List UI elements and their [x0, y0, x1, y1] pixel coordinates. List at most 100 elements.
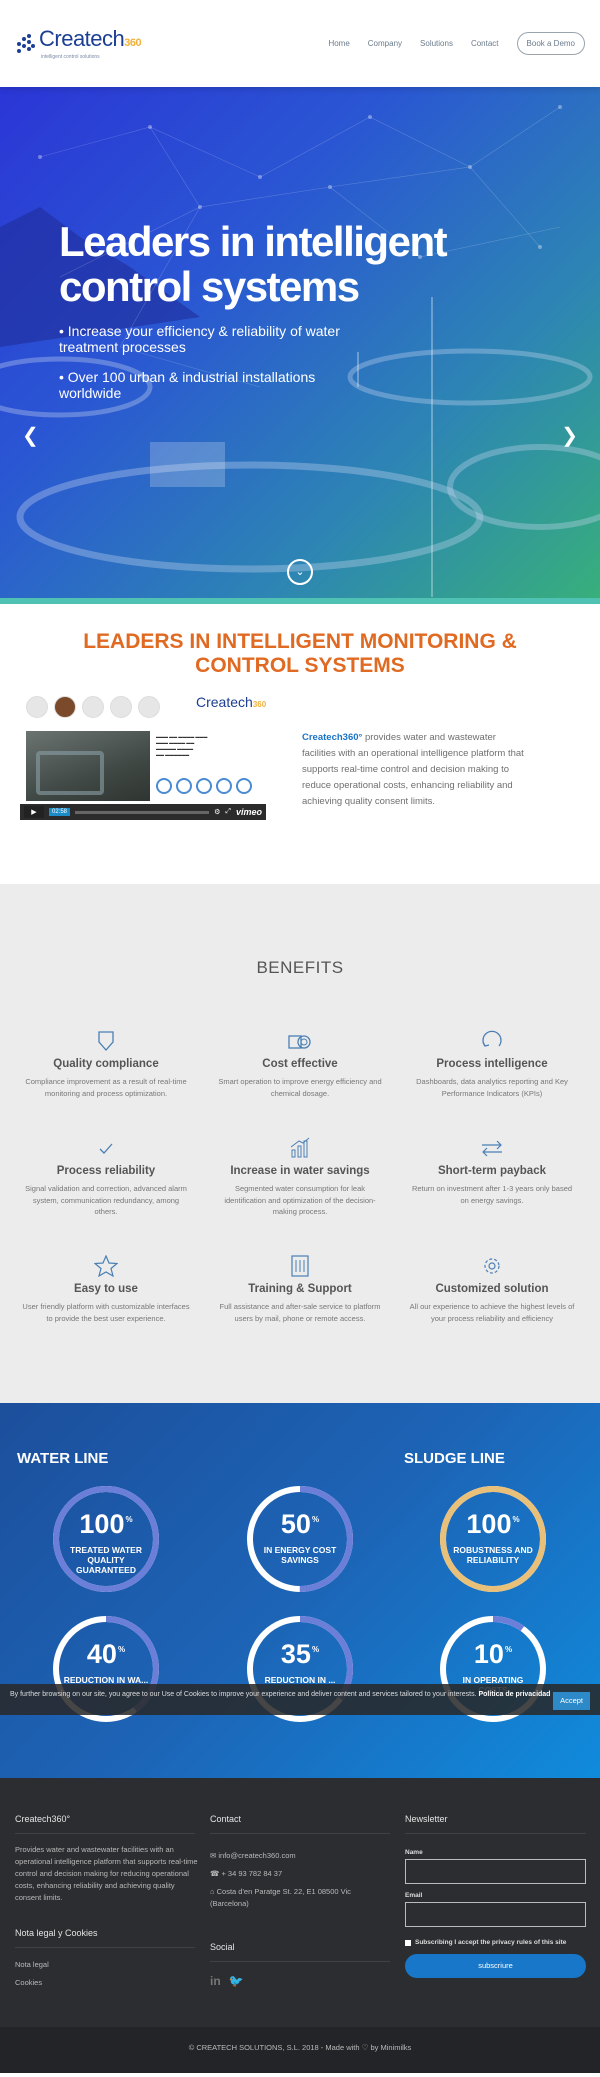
video-thumbnail-circles — [26, 696, 160, 718]
linkedin-icon[interactable]: in — [210, 1974, 221, 1988]
main-nav: Home Company Solutions Contact Book a De… — [328, 32, 585, 55]
twitter-icon[interactable]: 🐦 — [229, 1974, 244, 1988]
benefit-item: Quality compliance Compliance improvemen… — [21, 1030, 191, 1099]
nav-company[interactable]: Company — [368, 39, 402, 48]
privacy-checkbox[interactable]: Subscribing I accept the privacy rules o… — [405, 1939, 566, 1946]
star-icon — [21, 1255, 191, 1277]
stat-value: 50 — [280, 1509, 311, 1539]
benefit-title: Cost effective — [262, 1058, 338, 1070]
privacy-checkbox-label: Subscribing I accept the privacy rules o… — [415, 1939, 567, 1946]
benefit-description: All our experience to achieve the highes… — [409, 1302, 575, 1323]
video-player[interactable]: Createch360 ▬▬▬ ▬▬ ▬▬▬▬ ▬▬▬ ▬▬▬ ▬▬▬▬ ▬▬ ▬▬… — [20, 690, 266, 820]
logo-mark-icon — [15, 33, 35, 54]
leaders-title: LEADERS IN INTELLIGENT MONITORING & CONT… — [83, 630, 517, 677]
benefit-title: Quality compliance — [53, 1058, 159, 1070]
email-label: Email — [405, 1892, 423, 1899]
stat-label: ROBUSTNESS AND RELIABILITY — [453, 1545, 533, 1565]
shield-icon — [21, 1030, 191, 1052]
benefit-title: Increase in water savings — [230, 1165, 370, 1177]
hero-title: Leaders in intelligent control systems — [59, 219, 479, 309]
cookie-accept-button[interactable]: Accept — [553, 1692, 590, 1710]
stat-unit: % — [504, 1645, 513, 1654]
social-links: in 🐦 — [210, 1974, 244, 1988]
video-controls: ▶ 02:58 ⚙ ⤢ vimeo — [20, 804, 266, 820]
footer-social-title: Social — [210, 1942, 235, 1952]
benefit-item: Cost effective Smart operation to improv… — [215, 1030, 385, 1099]
stat-unit: % — [125, 1515, 133, 1524]
leaders-text: provides water and wastewater facilities… — [302, 732, 524, 807]
contact-address-text: Costa d'en Paratge St. 22, E1 08500 Vic … — [210, 1887, 351, 1908]
stat-gauge: 100% TREATED WATER QUALITY GUARANTEED — [50, 1483, 162, 1595]
leaders-section: LEADERS IN INTELLIGENT MONITORING & CONT… — [0, 630, 600, 884]
checkbox-icon[interactable] — [405, 1939, 411, 1946]
book-demo-button[interactable]: Book a Demo — [516, 32, 585, 55]
benefit-title: Process intelligence — [436, 1058, 548, 1070]
slider-next-icon[interactable]: ❯ — [561, 423, 578, 448]
stat-unit: % — [311, 1645, 320, 1654]
benefit-item: Easy to use User friendly platform with … — [21, 1255, 191, 1324]
video-progress-bar[interactable] — [75, 810, 210, 814]
exchange-icon — [407, 1137, 577, 1159]
hero-slider: Leaders in intelligent control systems • … — [0, 87, 600, 604]
benefit-description: Signal validation and correction, advanc… — [25, 1184, 187, 1216]
contact-email[interactable]: ✉ info@createch360.com — [210, 1850, 296, 1862]
nav-contact[interactable]: Contact — [471, 39, 499, 48]
bar-chart-icon — [215, 1137, 385, 1159]
stat-label: TREATED WATER QUALITY GUARANTEED — [70, 1545, 142, 1575]
coins-icon — [215, 1030, 385, 1052]
benefit-title: Customized solution — [435, 1283, 549, 1295]
gear-icon — [407, 1255, 577, 1277]
benefit-title: Short-term payback — [437, 1165, 546, 1177]
privacy-policy-link[interactable]: Política de privacidad — [478, 1691, 550, 1698]
benefit-item: Short-term payback Return on investment … — [407, 1137, 577, 1206]
hero-bullet: • Increase your efficiency & reliability… — [59, 323, 340, 355]
cookie-banner: By further browsing on our site, you agr… — [0, 1684, 600, 1715]
benefit-title: Training & Support — [248, 1283, 352, 1295]
hero-bullets: • Increase your efficiency & reliability… — [59, 323, 369, 415]
slider-prev-icon[interactable]: ❮ — [22, 423, 39, 448]
site-header: Createch360 intelligent control solution… — [0, 0, 600, 87]
settings-icon[interactable]: ⚙ — [214, 808, 220, 816]
cookies-link[interactable]: Cookies — [15, 1977, 42, 1989]
subscribe-button[interactable]: subscriure — [405, 1954, 586, 1978]
stat-gauge: 100% ROBUSTNESS AND RELIABILITY — [437, 1483, 549, 1595]
nav-solutions[interactable]: Solutions — [420, 39, 453, 48]
stat-value: 40 — [86, 1639, 117, 1669]
check-icon — [21, 1137, 191, 1159]
map-icon: ⌂ — [210, 1887, 217, 1896]
video-info-text: ▬▬▬ ▬▬ ▬▬▬▬ ▬▬▬ ▬▬▬ ▬▬▬▬ ▬▬ ▬▬▬▬▬ ▬▬▬▬ ▬▬ ▬… — [156, 734, 208, 757]
benefit-description: Return on investment after 1-3 years onl… — [411, 1184, 573, 1205]
logo[interactable]: Createch360 intelligent control solution… — [15, 25, 142, 60]
benefit-description: Dashboards, data analytics reporting and… — [416, 1077, 568, 1098]
cookie-text: By further browsing on our site, you agr… — [10, 1691, 477, 1698]
name-label: Name — [405, 1849, 423, 1856]
logo-suffix: 360 — [124, 36, 142, 49]
hero-bullet: • Over 100 urban & industrial installati… — [59, 369, 316, 401]
scroll-down-icon[interactable]: ⌄ — [287, 559, 313, 585]
benefit-item: Process intelligence Dashboards, data an… — [407, 1030, 577, 1099]
benefit-item: Increase in water savings Segmented wate… — [215, 1137, 385, 1218]
stat-value: 100 — [79, 1509, 125, 1539]
footer-about-text: Provides water and wastewater facilities… — [15, 1845, 198, 1902]
phone-icon: ☎ — [210, 1869, 222, 1878]
vimeo-logo[interactable]: vimeo — [236, 807, 262, 817]
logo-name: Createch — [39, 25, 125, 51]
sludge-line-title: SLUDGE LINE — [404, 1450, 505, 1467]
name-field[interactable] — [405, 1859, 586, 1884]
play-icon[interactable]: ▶ — [24, 806, 44, 818]
legal-link[interactable]: Nota legal — [15, 1959, 49, 1971]
refresh-icon — [407, 1030, 577, 1052]
benefit-description: Smart operation to improve energy effici… — [218, 1077, 382, 1098]
site-footer: Createch360° Provides water and wastewat… — [0, 1778, 600, 2027]
leaders-description: Createch360° provides water and wastewat… — [302, 730, 528, 810]
stat-value: 10 — [473, 1639, 504, 1669]
footer-legal-title: Nota legal y Cookies — [15, 1928, 98, 1938]
stat-value: 100 — [466, 1509, 512, 1539]
benefit-description: Segmented water consumption for leak ide… — [224, 1184, 376, 1216]
footer-about-title: Createch360° — [15, 1814, 71, 1824]
stat-value: 35 — [280, 1639, 311, 1669]
email-field[interactable] — [405, 1902, 586, 1927]
fullscreen-icon[interactable]: ⤢ — [225, 808, 231, 816]
contact-phone[interactable]: ☎ + 34 93 782 84 37 — [210, 1868, 282, 1880]
nav-home[interactable]: Home — [328, 39, 349, 48]
